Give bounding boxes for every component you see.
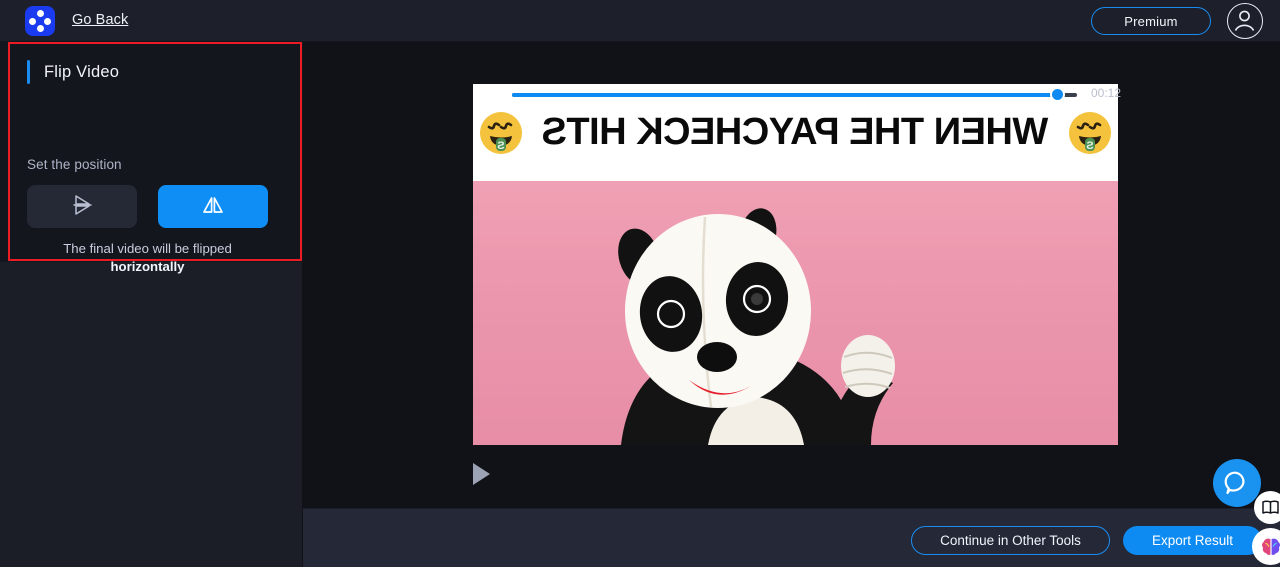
- video-timestamp: 00:12: [1091, 86, 1122, 100]
- continue-in-other-tools-button[interactable]: Continue in Other Tools: [911, 526, 1110, 555]
- footer-action-bar: Continue in Other Tools Export Result: [303, 508, 1280, 567]
- logo-dot-left: [29, 17, 36, 25]
- main-content-area: S WHEN THE PAYCHECK HITS S 00:12: [303, 42, 1280, 508]
- video-banner: S WHEN THE PAYCHECK HITS S: [473, 84, 1118, 181]
- flip-vertical-icon: [70, 192, 94, 221]
- title-accent-bar: [27, 60, 30, 84]
- user-avatar-icon[interactable]: [1227, 3, 1263, 39]
- export-result-button[interactable]: Export Result: [1123, 526, 1262, 555]
- video-stage: [473, 181, 1118, 445]
- panda-mascot: [618, 208, 895, 445]
- book-icon[interactable]: [1254, 491, 1280, 524]
- progress-bar[interactable]: [512, 87, 1077, 102]
- flip-hint-text: The final video will be flipped horizont…: [0, 240, 295, 276]
- flip-horizontal-button[interactable]: [158, 185, 268, 228]
- flip-video-panel: Flip Video Set the position The final vi…: [0, 42, 303, 274]
- money-mouth-face-emoji: S: [1067, 110, 1113, 156]
- svg-text:S: S: [1086, 140, 1093, 152]
- panel-header: Flip Video: [27, 60, 119, 84]
- logo-dot-right: [44, 17, 51, 25]
- flip-vertical-button[interactable]: [27, 185, 137, 228]
- money-mouth-face-emoji: S: [478, 110, 524, 156]
- dot-grid-logo[interactable]: [25, 6, 55, 36]
- logo-dot-bottom: [36, 25, 44, 32]
- set-position-label: Set the position: [27, 157, 122, 172]
- flip-horizontal-icon: [200, 193, 226, 220]
- top-header-bar: Go Back Premium: [0, 0, 1280, 42]
- go-back-link[interactable]: Go Back: [72, 12, 128, 28]
- svg-text:S: S: [498, 140, 505, 152]
- video-banner-text: WHEN THE PAYCHECK HITS: [542, 111, 1049, 153]
- page-title: Flip Video: [44, 62, 120, 81]
- progress-bar-handle[interactable]: [1050, 87, 1065, 102]
- progress-bar-fill: [512, 93, 1058, 97]
- chat-bubble-icon[interactable]: [1213, 459, 1261, 507]
- video-preview[interactable]: S WHEN THE PAYCHECK HITS S: [473, 84, 1118, 445]
- video-controls: [303, 457, 1280, 493]
- hint-line-1: The final video will be flipped: [63, 241, 232, 256]
- logo-dot-top: [36, 10, 44, 17]
- play-icon[interactable]: [473, 463, 490, 485]
- premium-button[interactable]: Premium: [1091, 7, 1211, 35]
- hint-emphasis: horizontally: [110, 259, 185, 274]
- app-root: Go Back Premium Flip Video Set the posit…: [0, 0, 1280, 567]
- sidebar: Flip Video Set the position The final vi…: [0, 42, 303, 567]
- flip-direction-group: [27, 185, 268, 228]
